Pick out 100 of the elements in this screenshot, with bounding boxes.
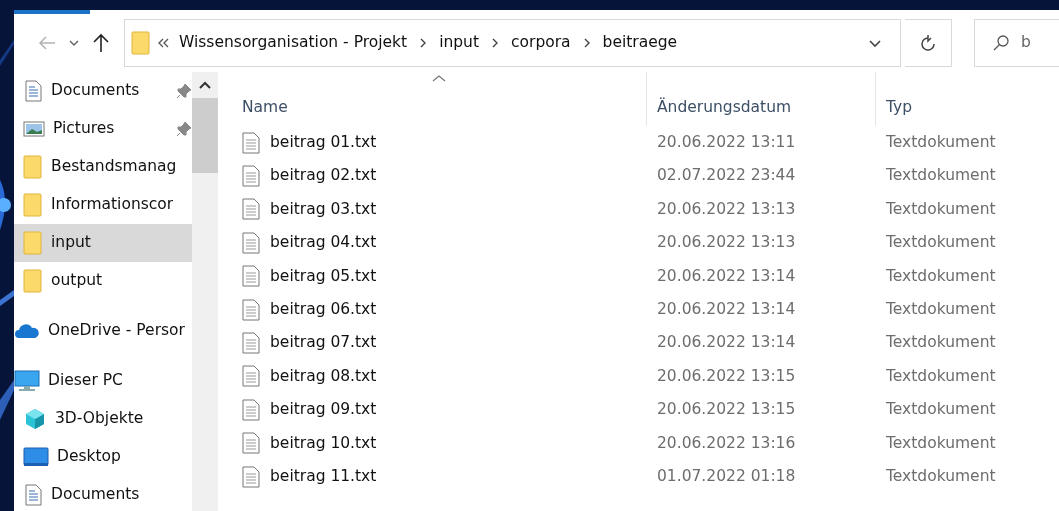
folder-icon <box>131 31 151 55</box>
pin-icon[interactable] <box>176 121 192 137</box>
cloud-icon <box>14 323 40 339</box>
date-cell-text: 20.06.2022 13:15 <box>656 365 797 387</box>
date-cell-text: 01.07.2022 01:18 <box>656 465 797 487</box>
refresh-button[interactable] <box>904 19 952 67</box>
chevron-icon[interactable] <box>491 38 499 48</box>
date-cell-text: 20.06.2022 13:13 <box>656 198 797 220</box>
date-cell-text: 20.06.2022 13:14 <box>656 265 797 287</box>
sidebar-label: Bestandsmanag <box>51 156 177 178</box>
date-cell-text: 20.06.2022 13:14 <box>656 299 797 320</box>
sidebar-item[interactable]: Desktop <box>14 438 192 476</box>
document-icon <box>23 80 43 102</box>
folder-icon <box>23 193 43 217</box>
type-cell-text: Textdokument <box>885 299 996 320</box>
breadcrumb-link[interactable]: input <box>435 31 483 55</box>
file-name[interactable]: beitrag 10.txt <box>270 431 377 455</box>
breadcrumb-link[interactable]: Wissensorganisation - Projekt <box>175 31 412 55</box>
document-icon <box>23 484 43 506</box>
sidebar-label: Informationscor <box>51 194 174 216</box>
file-name[interactable]: beitrag 09.txt <box>270 398 377 422</box>
folder-icon <box>23 231 43 255</box>
scroll-up-icon[interactable] <box>199 80 211 90</box>
file-name[interactable]: beitrag 06.txt <box>270 298 377 322</box>
type-cell-text: Textdokument <box>885 165 996 187</box>
sidebar-item[interactable]: OneDrive - Persor <box>14 312 192 350</box>
type-cell-text: Textdokument <box>885 365 996 387</box>
sidebar-label: input <box>51 232 91 254</box>
file-name[interactable]: beitrag 02.txt <box>270 164 377 188</box>
text-file-icon <box>242 131 260 154</box>
text-file-icon <box>242 165 260 188</box>
text-file-icon <box>242 198 260 221</box>
sidebar-item[interactable]: Documents <box>14 72 192 110</box>
date-cell-text: 20.06.2022 13:15 <box>656 399 797 421</box>
sidebar-item[interactable]: output <box>14 262 192 300</box>
breadcrumb-link[interactable]: corpora <box>507 31 575 55</box>
search-icon <box>993 35 1009 51</box>
column-header[interactable]: Änderungsdatum <box>646 72 875 126</box>
sidebar-label: Documents <box>51 80 141 102</box>
picture-icon <box>23 121 45 137</box>
type-cell-text: Textdokument <box>885 198 996 220</box>
sidebar-item[interactable]: Informationscor <box>14 186 192 224</box>
scrollbar-thumb[interactable] <box>192 98 218 173</box>
sidebar-label: 3D-Objekte <box>55 408 144 430</box>
file-name[interactable]: beitrag 05.txt <box>270 264 377 288</box>
type-cell-text: Textdokument <box>885 432 996 454</box>
file-name[interactable]: beitrag 08.txt <box>270 364 377 389</box>
text-file-icon <box>242 298 260 321</box>
type-cell-text: Textdokument <box>885 465 996 487</box>
up-arrow-icon[interactable] <box>92 33 110 53</box>
chevron-icon[interactable] <box>419 38 428 48</box>
file-name[interactable]: beitrag 07.txt <box>270 331 377 355</box>
cube-icon <box>23 407 47 431</box>
file-name[interactable]: beitrag 11.txt <box>270 464 377 489</box>
sidebar-item[interactable]: Documents <box>14 476 192 511</box>
date-cell-text: 20.06.2022 13:13 <box>656 232 797 254</box>
sidebar-item[interactable]: Bestandsmanag <box>14 148 192 186</box>
breadcrumb-link[interactable]: beitraege <box>598 31 682 55</box>
text-file-icon <box>242 398 260 421</box>
file-name[interactable]: beitrag 03.txt <box>270 197 377 222</box>
sidebar-label: Dieser PC <box>48 370 123 392</box>
file-name[interactable]: beitrag 04.txt <box>270 231 377 255</box>
type-cell-text: Textdokument <box>885 399 996 421</box>
folder-icon <box>23 155 43 179</box>
sort-ascending-icon[interactable] <box>432 74 446 82</box>
computer-icon <box>14 370 40 392</box>
dropdown-icon[interactable] <box>867 38 882 48</box>
sidebar-label: Desktop <box>57 446 121 468</box>
text-file-icon <box>242 465 260 488</box>
pin-icon[interactable] <box>176 83 192 99</box>
sidebar-label: output <box>51 270 103 292</box>
sidebar-item[interactable]: input <box>14 224 192 262</box>
date-cell-text: 02.07.2022 23:44 <box>656 165 797 187</box>
search-box[interactable]: b <box>974 19 1059 67</box>
monitor-icon <box>23 447 49 467</box>
date-cell-text: 20.06.2022 13:14 <box>656 332 797 354</box>
text-file-icon <box>242 432 260 455</box>
column-header[interactable]: Name <box>232 72 646 126</box>
text-file-icon <box>242 365 260 388</box>
chevron-down-icon[interactable] <box>68 39 80 47</box>
sidebar-item[interactable]: Dieser PC <box>14 362 192 400</box>
folder-icon <box>23 269 43 293</box>
overflow-icon <box>157 38 169 48</box>
text-file-icon <box>242 231 260 254</box>
sidebar-item[interactable]: Pictures <box>14 110 192 148</box>
type-cell-text: Textdokument <box>885 232 996 254</box>
type-cell-text: Textdokument <box>885 265 996 287</box>
type-cell-text: Textdokument <box>885 132 996 154</box>
scrollbar[interactable] <box>192 72 218 511</box>
sidebar-item[interactable]: 3D-Objekte <box>14 400 192 438</box>
file-name[interactable]: beitrag 01.txt <box>270 131 377 155</box>
date-cell-text: 20.06.2022 13:16 <box>656 432 797 454</box>
chevron-icon[interactable] <box>582 38 591 48</box>
refresh-icon[interactable] <box>920 34 936 52</box>
sidebar-label: OneDrive - Persor <box>48 320 185 342</box>
address-bar[interactable]: Wissensorganisation - Projekt input corpora beitraege <box>124 19 901 67</box>
column-header[interactable]: Typ <box>875 72 913 126</box>
text-file-icon <box>242 332 260 355</box>
type-cell-text: Textdokument <box>885 332 996 354</box>
date-cell-text: 20.06.2022 13:11 <box>656 132 797 154</box>
